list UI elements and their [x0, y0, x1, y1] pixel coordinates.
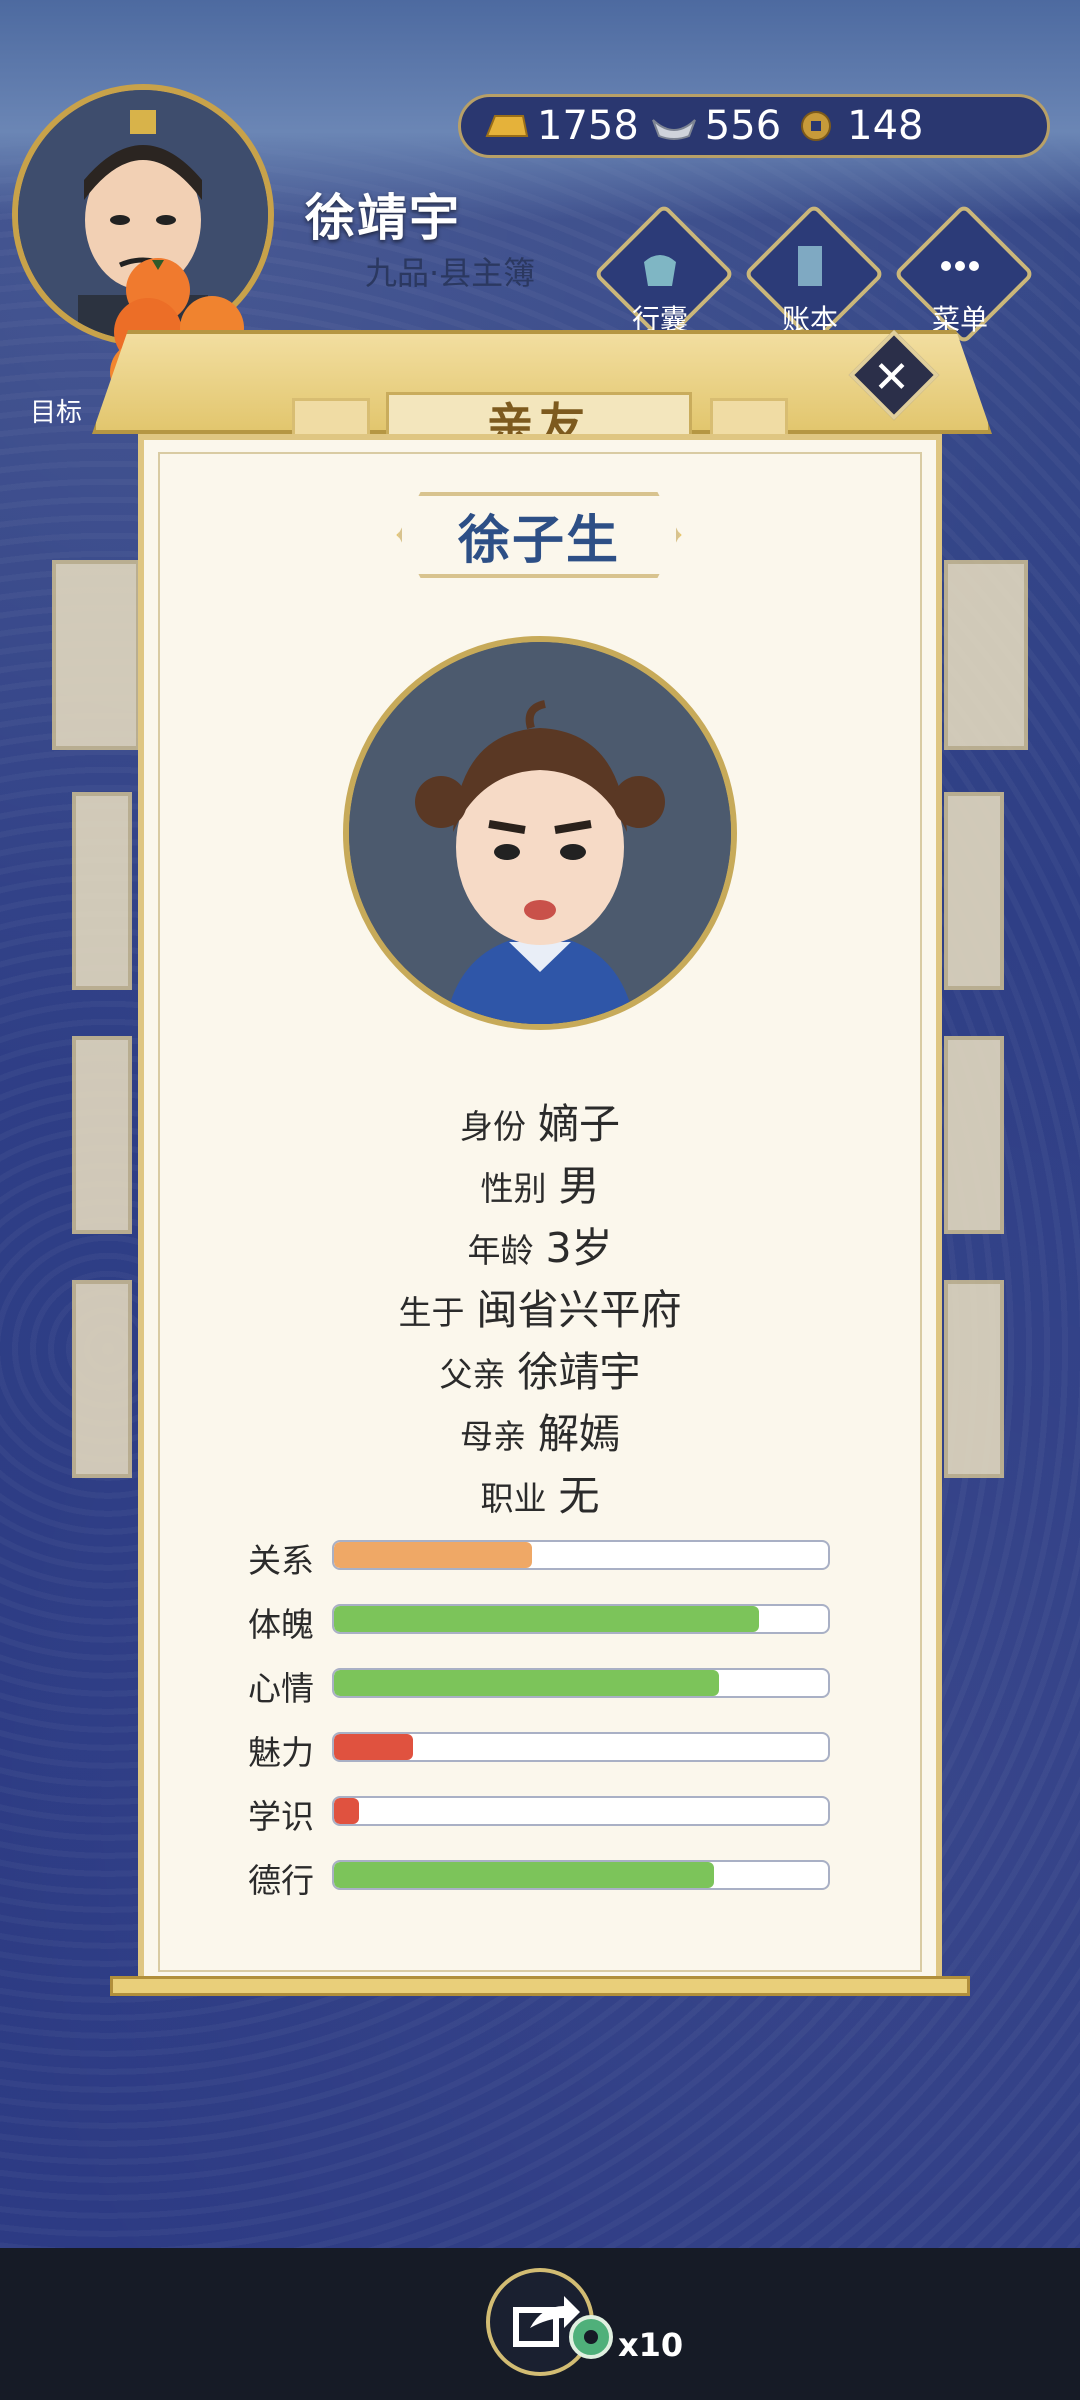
info-gender: 性别男 — [0, 1152, 1080, 1212]
stat-track — [332, 1604, 830, 1634]
scroll-bottom-rod — [110, 1976, 970, 1996]
info-occupation: 职业无 — [0, 1462, 1080, 1522]
side-tile — [72, 792, 132, 990]
info-age: 年龄 3岁 — [0, 1214, 1080, 1274]
stat-label: 心情 — [248, 1669, 314, 1708]
gold-value: 1758 — [537, 103, 639, 149]
silver-ingot-icon — [651, 119, 696, 140]
stat-label: 魅力 — [248, 1733, 314, 1772]
stat-label: 德行 — [248, 1861, 314, 1900]
stat-physique: 体魄 — [248, 1604, 830, 1644]
jade-token-icon — [569, 2315, 613, 2359]
stat-track — [332, 1860, 830, 1890]
info-key: 生于 — [398, 1293, 465, 1332]
info-value: 解嫣 — [538, 1410, 620, 1458]
person-name: 徐子生 — [457, 510, 620, 571]
info-key: 母亲 — [460, 1417, 526, 1456]
bag-icon — [644, 255, 676, 286]
info-key: 身份 — [460, 1107, 526, 1146]
goal-label[interactable]: 目标 — [30, 392, 82, 429]
info-key: 职业 — [480, 1479, 547, 1518]
stat-relationship: 关系 — [248, 1540, 830, 1580]
menu-dots-icon — [941, 261, 979, 271]
gold-ingot-icon — [485, 115, 529, 137]
info-value: 闽省兴平府 — [476, 1286, 682, 1334]
player-rank: 九品·县主簿 — [365, 254, 536, 292]
info-key: 父亲 — [439, 1355, 506, 1394]
side-tile — [944, 560, 1028, 750]
info-identity: 身份 嫡子 — [0, 1090, 1080, 1150]
info-value: 徐靖宇 — [517, 1348, 641, 1396]
stat-knowledge: 学识 — [248, 1796, 830, 1836]
stat-fill — [334, 1734, 414, 1760]
coin-resource: 148 — [793, 103, 924, 149]
info-key: 性别 — [480, 1169, 547, 1208]
player-name: 徐靖宇 — [305, 189, 461, 247]
info-father: 父亲 徐靖宇 — [0, 1338, 1080, 1398]
bag-button[interactable]: 行囊 — [593, 203, 735, 345]
stat-fill — [334, 1606, 759, 1632]
child-portrait-icon — [349, 642, 731, 1024]
stat-track — [332, 1796, 830, 1826]
share-count: x10 — [618, 2326, 684, 2364]
person-portrait — [343, 636, 737, 1030]
stat-fill — [334, 1798, 359, 1824]
stat-label: 学识 — [248, 1797, 314, 1836]
ledger-button[interactable]: 账本 — [743, 203, 885, 345]
close-icon: ✕ — [873, 351, 910, 403]
info-value: 嫡子 — [538, 1100, 620, 1148]
info-value: 男 — [558, 1162, 600, 1210]
stat-fill — [334, 1670, 720, 1696]
side-tile — [944, 792, 1004, 990]
silver-value: 556 — [704, 103, 782, 149]
copper-coin-icon — [801, 111, 832, 141]
stat-track — [332, 1732, 830, 1762]
person-name-plaque: 徐子生 — [398, 492, 680, 578]
resource-bar: 1758 556 148 — [458, 94, 1050, 158]
stat-fill — [334, 1862, 715, 1888]
info-value: 无 — [558, 1472, 600, 1520]
stat-virtue: 德行 — [248, 1860, 830, 1900]
menu-button[interactable]: 菜单 — [893, 203, 1035, 345]
ledger-icon — [798, 246, 822, 286]
coin-value: 148 — [847, 103, 924, 149]
side-tile — [52, 560, 140, 750]
gold-resource: 1758 — [483, 103, 639, 149]
stat-mood: 心情 — [248, 1668, 830, 1708]
stat-track — [332, 1540, 830, 1570]
stat-charm: 魅力 — [248, 1732, 830, 1772]
stat-fill — [334, 1542, 532, 1568]
info-value: 3岁 — [545, 1224, 613, 1272]
stat-label: 关系 — [248, 1541, 314, 1580]
stat-track — [332, 1668, 830, 1698]
stat-label: 体魄 — [248, 1605, 314, 1644]
silver-resource: 556 — [651, 103, 781, 149]
info-mother: 母亲 解嫣 — [0, 1400, 1080, 1460]
info-key: 年龄 — [467, 1231, 534, 1270]
info-birthplace: 生于 闽省兴平府 — [0, 1276, 1080, 1336]
